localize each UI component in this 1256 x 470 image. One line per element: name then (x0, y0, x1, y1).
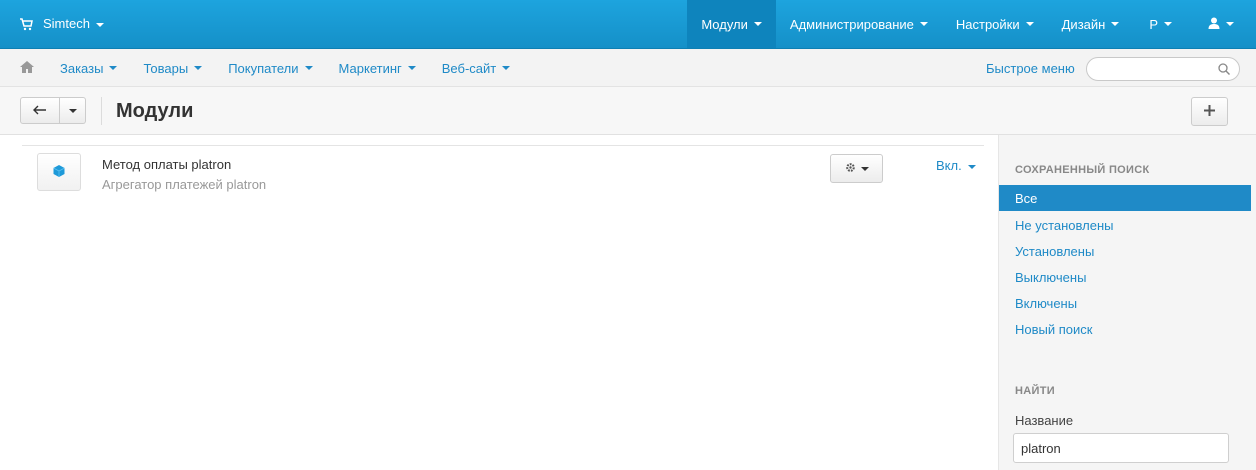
add-addon-button[interactable] (1191, 97, 1228, 126)
catalog-menu: Заказы Товары Покупатели Маркетинг Веб-с… (47, 49, 523, 87)
chevron-down-icon (1111, 22, 1120, 26)
chevron-down-icon (502, 66, 511, 70)
back-button-group (20, 97, 86, 124)
menu-marketing-label: Маркетинг (338, 60, 402, 76)
addon-name-link[interactable]: Метод оплаты platron (102, 157, 231, 172)
menu-customers-label: Покупатели (228, 60, 299, 76)
user-menu[interactable] (1188, 0, 1256, 48)
chevron-down-icon (967, 164, 976, 169)
menu-design[interactable]: Дизайн (1048, 0, 1134, 48)
history-dropdown-button[interactable] (60, 97, 86, 124)
saved-search-enabled[interactable]: Включены (999, 290, 1251, 316)
user-icon (1208, 17, 1220, 32)
menu-website[interactable]: Веб-сайт (429, 49, 523, 87)
menu-products[interactable]: Товары (130, 49, 215, 87)
chevron-down-icon (109, 66, 118, 70)
currency-switcher[interactable]: Р (1133, 0, 1188, 48)
find-heading: НАЙТИ (1015, 385, 1055, 397)
cart-icon[interactable] (19, 17, 33, 31)
menu-settings-label: Настройки (955, 16, 1020, 32)
list-separator (22, 145, 984, 146)
menu-settings[interactable]: Настройки (942, 0, 1048, 48)
menu-design-label: Дизайн (1061, 16, 1106, 32)
addon-status-dropdown[interactable]: Вкл. (936, 158, 976, 173)
sidebar: СОХРАНЕННЫЙ ПОИСК Все Не установлены Уст… (998, 135, 1256, 470)
menu-orders-label: Заказы (60, 60, 104, 76)
saved-search-disabled[interactable]: Выключены (999, 264, 1251, 290)
secondary-navigation-bar: Заказы Товары Покупатели Маркетинг Веб-с… (0, 49, 1256, 87)
chevron-down-icon (95, 22, 104, 27)
top-navigation-bar: Simtech Модули Администрирование Настрой… (0, 0, 1256, 49)
addon-description: Агрегатор платежей platron (102, 177, 267, 192)
addon-settings-button[interactable] (830, 154, 883, 183)
menu-products-label: Товары (143, 60, 189, 76)
saved-search-heading: СОХРАНЕННЫЙ ПОИСК (1015, 164, 1150, 176)
cube-icon (53, 164, 65, 180)
header-divider (101, 97, 102, 125)
name-field-label: Название (1015, 413, 1074, 428)
menu-orders[interactable]: Заказы (47, 49, 130, 87)
store-switcher[interactable]: Simtech (43, 16, 104, 31)
back-arrow-icon (33, 103, 47, 118)
menu-administration-label: Администрирование (789, 16, 914, 32)
quick-menu-link[interactable]: Быстрое меню (986, 61, 1075, 76)
main-menu: Модули Администрирование Настройки Дизай… (687, 0, 1256, 48)
chevron-down-icon (753, 22, 762, 26)
menu-customers[interactable]: Покупатели (215, 49, 325, 87)
back-button[interactable] (20, 97, 60, 124)
menu-administration[interactable]: Администрирование (776, 0, 942, 48)
chevron-down-icon (1164, 22, 1172, 26)
chevron-down-icon (1025, 22, 1034, 26)
chevron-down-icon (919, 22, 928, 26)
chevron-down-icon (194, 66, 203, 70)
global-search (1086, 57, 1240, 81)
plus-icon (1204, 104, 1215, 119)
name-search-input[interactable] (1013, 433, 1229, 463)
chevron-down-icon (68, 108, 77, 113)
menu-addons[interactable]: Модули (687, 0, 776, 48)
new-search-link[interactable]: Новый поиск (999, 316, 1251, 342)
addon-status-label: Вкл. (936, 158, 962, 173)
menu-marketing[interactable]: Маркетинг (326, 49, 429, 87)
saved-search-installed[interactable]: Установлены (999, 238, 1251, 264)
saved-search-not-installed[interactable]: Не установлены (999, 212, 1251, 238)
saved-search-all[interactable]: Все (999, 185, 1251, 211)
chevron-down-icon (304, 66, 313, 70)
menu-addons-label: Модули (701, 16, 748, 32)
addon-icon (37, 153, 81, 191)
currency-label: Р (1149, 16, 1158, 32)
search-icon[interactable] (1218, 63, 1230, 75)
chevron-down-icon (407, 66, 416, 70)
page-title: Модули (116, 100, 194, 122)
home-icon[interactable] (20, 61, 34, 73)
search-input[interactable] (1097, 58, 1217, 80)
chevron-down-icon (1226, 22, 1234, 26)
chevron-down-icon (860, 166, 869, 171)
menu-website-label: Веб-сайт (441, 60, 497, 76)
store-name: Simtech (43, 16, 90, 31)
gear-icon (845, 161, 856, 176)
